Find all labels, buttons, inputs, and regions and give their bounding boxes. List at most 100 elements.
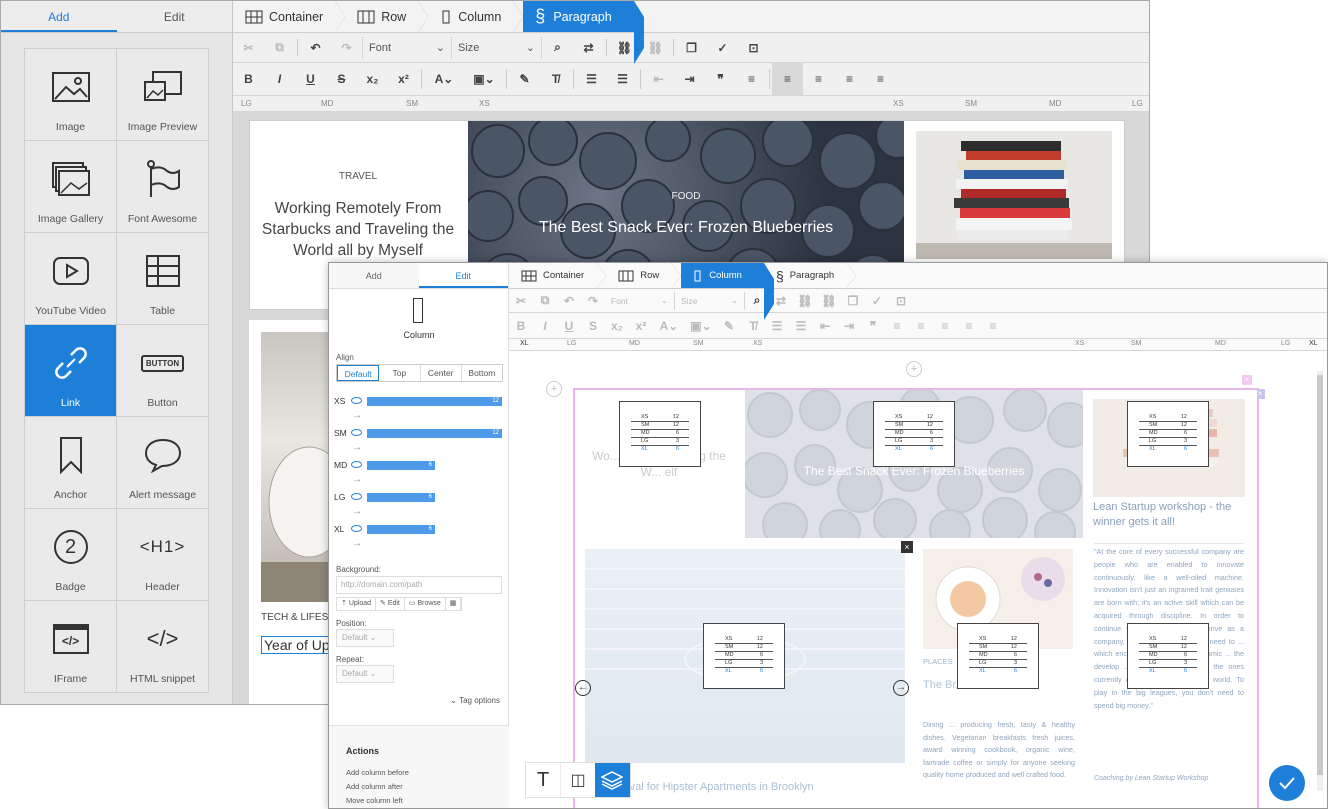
bold-icon[interactable]: B xyxy=(509,313,533,338)
replace-icon[interactable]: ⇄ xyxy=(573,33,604,62)
copy-icon[interactable]: ⧉ xyxy=(264,33,295,62)
books-photo[interactable] xyxy=(916,131,1112,259)
crumb-row[interactable]: Row xyxy=(345,1,429,32)
subscript-icon[interactable]: x₂ xyxy=(605,313,629,338)
align-center-icon[interactable]: ≡ xyxy=(933,313,957,338)
tab-add[interactable]: Add xyxy=(329,263,419,288)
tile-image[interactable]: Image xyxy=(24,48,117,141)
superscript-icon[interactable]: x² xyxy=(388,63,419,95)
column-width-bar[interactable]: 6 xyxy=(367,525,435,534)
layers-icon[interactable] xyxy=(594,763,630,797)
italic-icon[interactable]: I xyxy=(264,63,295,95)
breakpoint-summary-box[interactable]: XS 12 SM 12 MD 6 LG 3 XL 6 xyxy=(1127,401,1209,467)
clear-format-icon[interactable]: T̸ xyxy=(741,313,765,338)
undo-icon[interactable]: ↶ xyxy=(557,289,581,312)
italic-icon[interactable]: I xyxy=(533,313,557,338)
ordered-list-icon[interactable]: ☰ xyxy=(576,63,607,95)
align-center-icon[interactable]: ≡ xyxy=(803,63,834,95)
copy-icon[interactable]: ⧉ xyxy=(533,289,557,312)
background-url-input[interactable]: http://domain.com/path xyxy=(336,576,502,594)
size-select[interactable]: Size ⌄ xyxy=(452,36,542,59)
align-bottom[interactable]: Bottom xyxy=(462,365,502,381)
undo-icon[interactable]: ↶ xyxy=(300,33,331,62)
repeat-select[interactable]: Default ⌄ xyxy=(336,665,394,683)
back-tech-card[interactable]: TECH & LIFESTY Year of Up xyxy=(249,320,329,704)
crumb-container[interactable]: Container xyxy=(233,1,346,32)
underline-icon[interactable]: U xyxy=(295,63,326,95)
breakpoint-summary-box[interactable]: XS 12 SM 12 MD 6 LG 3 XL 6 xyxy=(1127,623,1209,689)
upload-button[interactable]: ⇡ Upload xyxy=(337,598,376,610)
crumb-paragraph[interactable]: § Paragraph xyxy=(764,263,857,288)
breakpoint-summary-box[interactable]: XS 12 SM 12 MD 6 LG 3 XL 6 xyxy=(619,401,701,467)
link-icon[interactable]: ⛓ xyxy=(793,289,817,312)
subscript-icon[interactable]: x₂ xyxy=(357,63,388,95)
horizontal-rule-icon[interactable]: ≡ xyxy=(885,313,909,338)
crumb-column[interactable]: Column xyxy=(428,1,524,32)
text-color-icon[interactable]: A⌄ xyxy=(653,313,685,338)
outdent-icon[interactable]: ⇤ xyxy=(813,313,837,338)
vertical-scrollbar[interactable] xyxy=(1317,371,1323,791)
add-column-before[interactable]: Add column before xyxy=(346,768,409,777)
move-column-left[interactable]: Move column left xyxy=(346,796,403,805)
tile-image-gallery[interactable]: Image Gallery xyxy=(24,140,117,233)
carousel-prev-icon[interactable]: ← xyxy=(575,680,591,696)
search-icon[interactable]: ⌕ xyxy=(542,33,573,62)
format-painter-icon[interactable]: ✎ xyxy=(717,313,741,338)
grid-toggle-icon[interactable]: ▦ xyxy=(446,598,462,610)
format-painter-icon[interactable]: ✎ xyxy=(509,63,540,95)
browse-button[interactable]: ▭ Browse xyxy=(405,598,446,610)
horizontal-rule-icon[interactable]: ≡ xyxy=(736,63,767,95)
align-default[interactable]: Default xyxy=(337,365,380,381)
close-icon[interactable]: × xyxy=(1242,375,1252,385)
carousel-next-icon[interactable]: → xyxy=(893,680,909,696)
column-width-bar[interactable]: 6 xyxy=(367,493,435,502)
paste-icon[interactable]: ❐ xyxy=(841,289,865,312)
tile-image-preview[interactable]: Image Preview xyxy=(116,48,209,141)
breakpoint-summary-box[interactable]: XS 12 SM 12 MD 6 LG 3 XL 6 xyxy=(957,623,1039,689)
align-left-icon[interactable]: ≡ xyxy=(909,313,933,338)
background-color-icon[interactable]: ▣⌄ xyxy=(464,63,504,95)
crumb-row[interactable]: Row xyxy=(606,263,682,288)
bold-icon[interactable]: B xyxy=(233,63,264,95)
redo-icon[interactable]: ↷ xyxy=(331,33,362,62)
arrow-right-icon[interactable]: → xyxy=(352,506,362,517)
font-select[interactable]: Font ⌄ xyxy=(605,291,675,310)
tab-edit[interactable]: Edit xyxy=(117,1,233,32)
align-left-icon[interactable]: ≡ xyxy=(772,63,803,95)
layout-mode-icon[interactable]: ◫ xyxy=(560,763,594,797)
text-color-icon[interactable]: A⌄ xyxy=(424,63,464,95)
tile-youtube-video[interactable]: YouTube Video xyxy=(24,232,117,325)
font-select[interactable]: Font ⌄ xyxy=(362,36,452,59)
tile-html-snippet[interactable]: </> HTML snippet xyxy=(116,600,209,693)
align-right-icon[interactable]: ≡ xyxy=(834,63,865,95)
justify-icon[interactable]: ≡ xyxy=(865,63,896,95)
cut-icon[interactable]: ✂ xyxy=(233,33,264,62)
spellcheck-icon[interactable]: ✓ xyxy=(865,289,889,312)
unlink-icon[interactable]: ⛓ xyxy=(640,33,671,62)
unlink-icon[interactable]: ⛓ xyxy=(817,289,841,312)
tile-button[interactable]: BUTTON Button xyxy=(116,324,209,417)
add-row-above-icon[interactable]: + xyxy=(906,361,922,377)
arrow-right-icon[interactable]: → xyxy=(352,474,362,485)
eye-icon[interactable] xyxy=(351,397,362,404)
column-width-bar[interactable]: 12 xyxy=(367,429,502,438)
size-select[interactable]: Size ⌄ xyxy=(675,291,745,310)
tab-add[interactable]: Add xyxy=(1,1,117,32)
unordered-list-icon[interactable]: ☰ xyxy=(789,313,813,338)
align-right-icon[interactable]: ≡ xyxy=(957,313,981,338)
edit-image-button[interactable]: ✎ Edit xyxy=(376,598,405,610)
background-color-icon[interactable]: ▣⌄ xyxy=(685,313,717,338)
crumb-paragraph[interactable]: § Paragraph xyxy=(523,1,645,64)
justify-icon[interactable]: ≡ xyxy=(981,313,1005,338)
spellcheck-icon[interactable]: ✓ xyxy=(707,33,738,62)
tab-edit[interactable]: Edit xyxy=(418,263,508,288)
align-top[interactable]: Top xyxy=(379,365,421,381)
indent-icon[interactable]: ⇥ xyxy=(674,63,705,95)
crumb-container[interactable]: Container xyxy=(509,263,607,288)
eye-icon[interactable] xyxy=(351,461,362,468)
comment-icon[interactable]: ⊡ xyxy=(889,289,913,312)
outdent-icon[interactable]: ⇤ xyxy=(643,63,674,95)
tile-table[interactable]: Table xyxy=(116,232,209,325)
column-width-bar[interactable]: 12 xyxy=(367,397,502,406)
align-center[interactable]: Center xyxy=(421,365,462,381)
